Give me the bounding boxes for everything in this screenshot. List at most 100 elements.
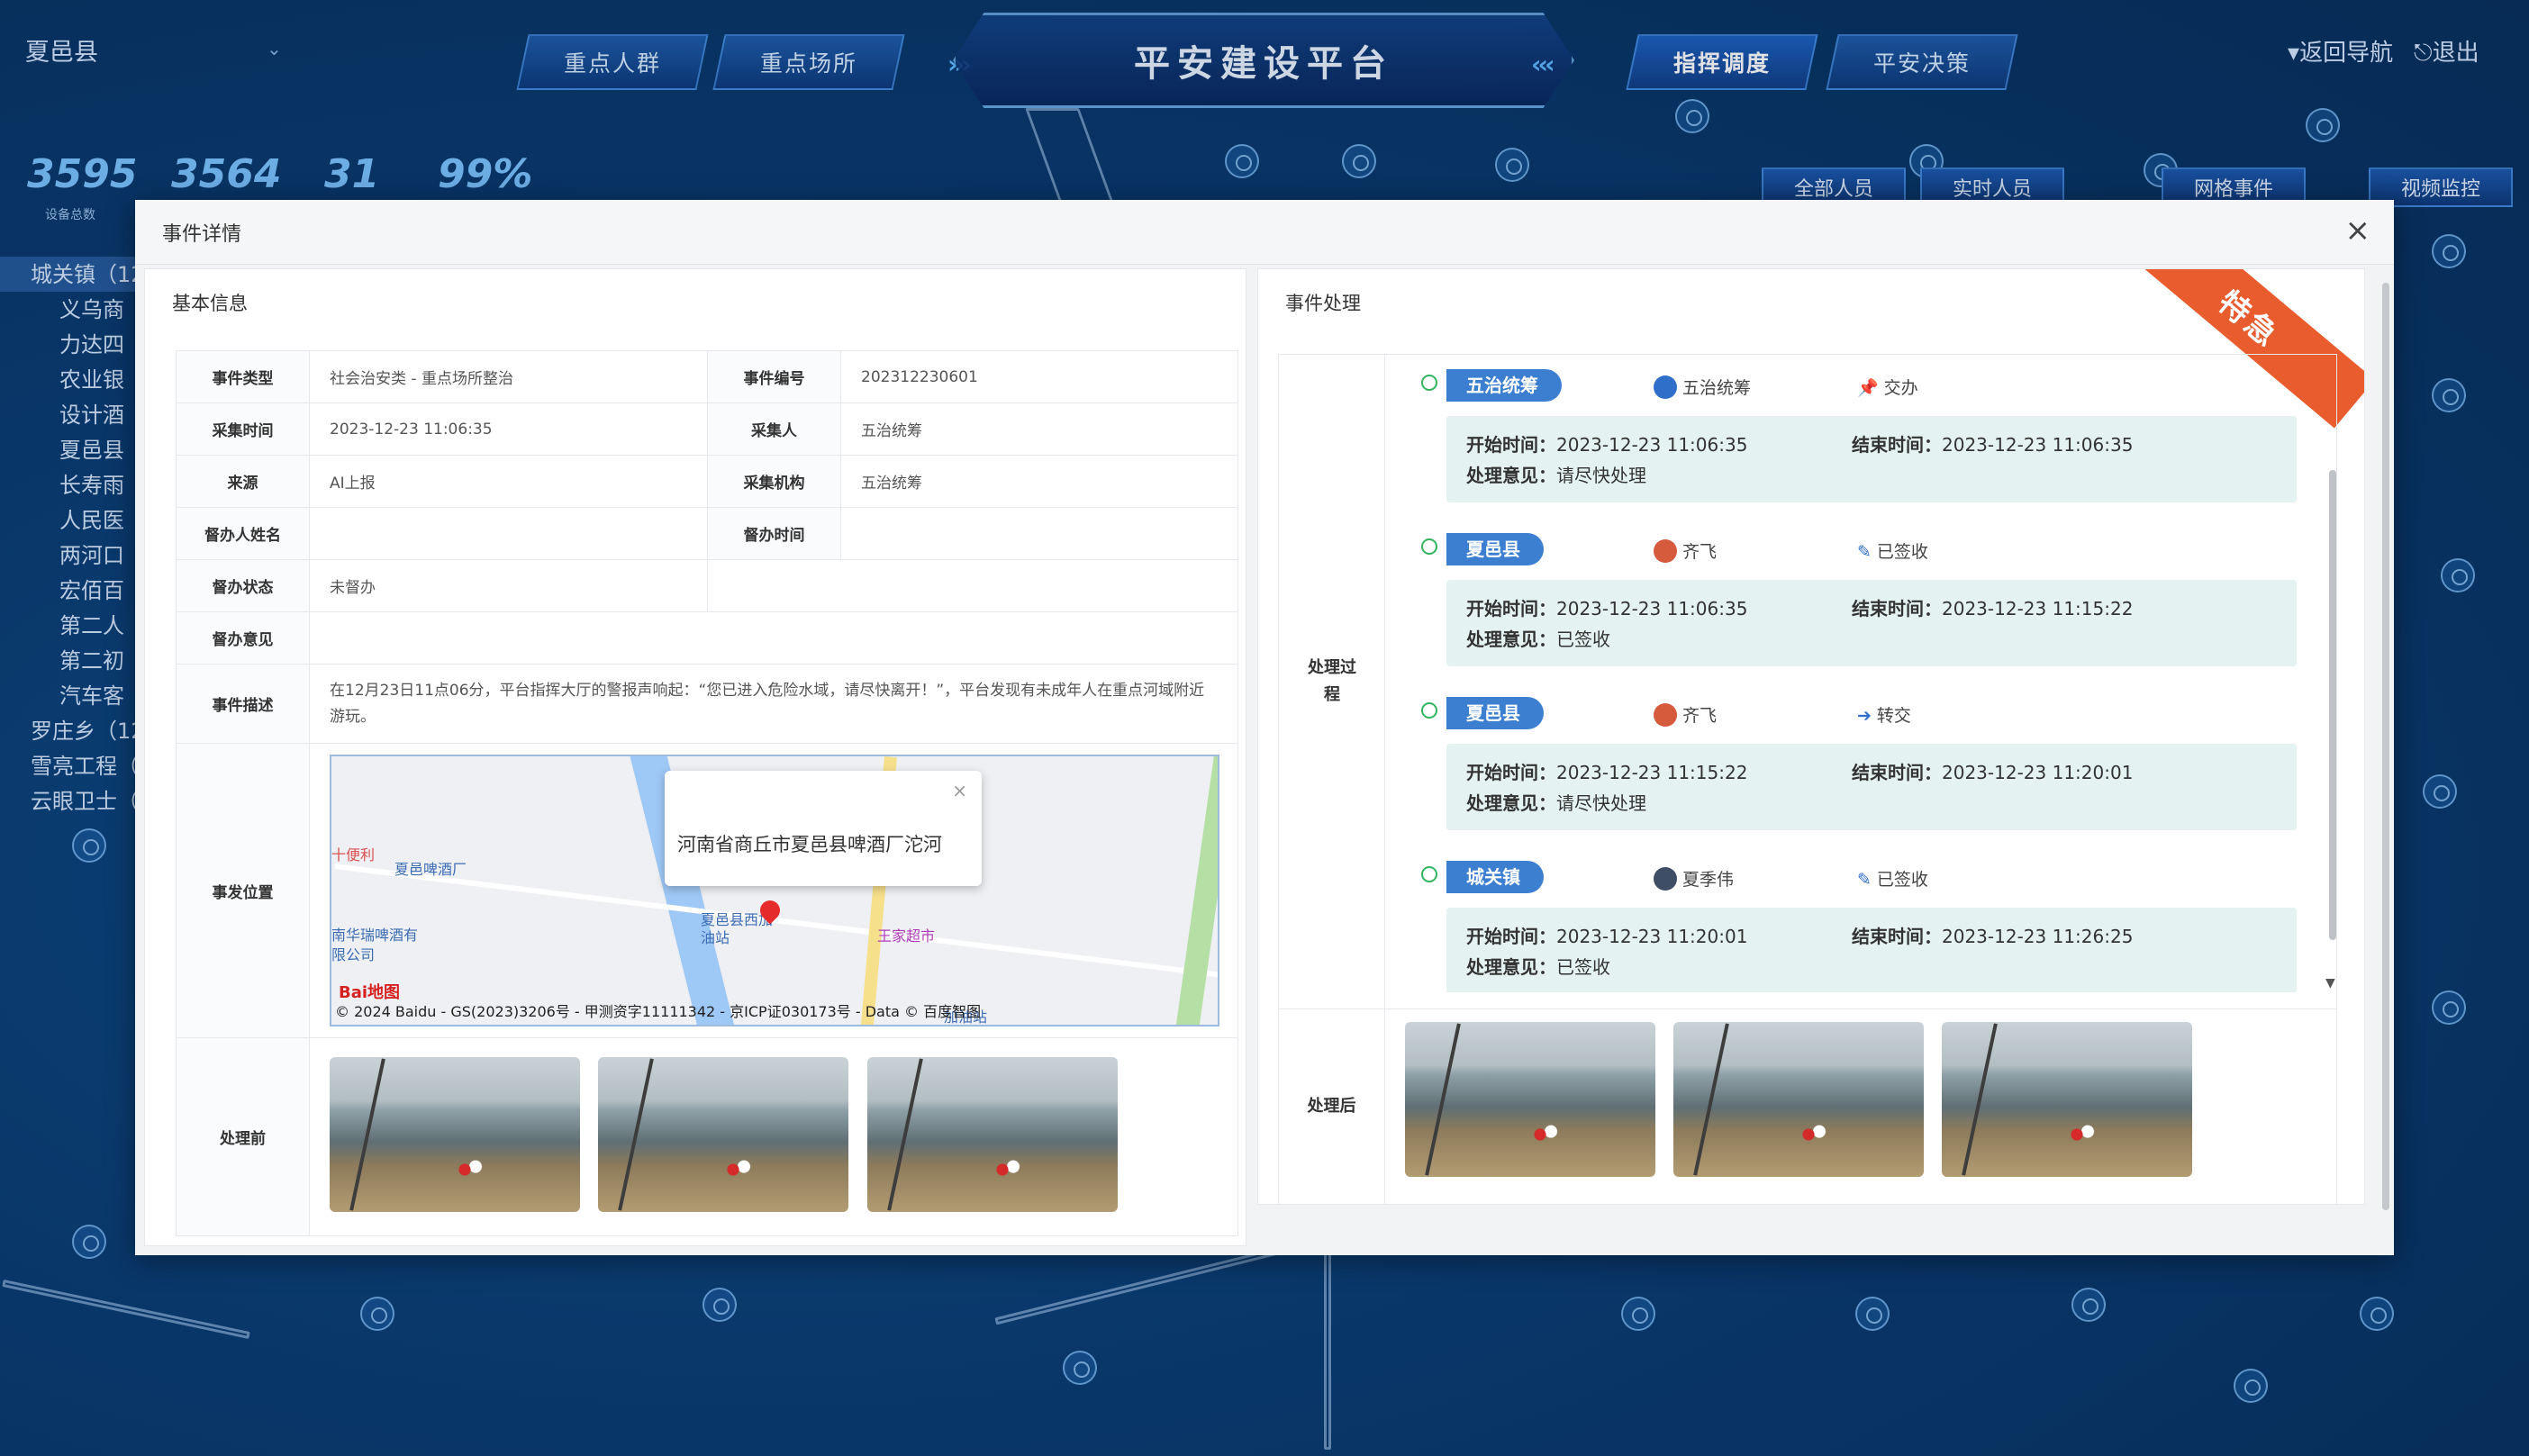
map-green-area bbox=[1174, 756, 1218, 1025]
field-label: 处理前 bbox=[176, 1037, 310, 1236]
action-label: 交办 bbox=[1883, 378, 1918, 398]
handler-name: 齐飞 bbox=[1682, 542, 1718, 562]
handler-name: 齐飞 bbox=[1682, 706, 1718, 726]
action-label: 转交 bbox=[1876, 706, 1911, 726]
field-value bbox=[707, 559, 1238, 612]
end-time: 结束时间：2023-12-23 11:06:35 bbox=[1852, 430, 2133, 457]
pencil-icon: ✎ bbox=[1857, 542, 1872, 562]
before-photo[interactable] bbox=[598, 1057, 849, 1212]
field-label: 来源 bbox=[176, 455, 310, 508]
end-value: 2023-12-23 11:20:01 bbox=[1942, 762, 2134, 783]
opinion-value: 已签收 bbox=[1556, 956, 1610, 978]
location-map[interactable]: 十便利 夏邑啤酒厂 南华瑞啤酒有限公司 夏邑县西加油站 王家超市 加油站 河南省… bbox=[330, 755, 1219, 1026]
step-detail: 开始时间：2023-12-23 11:06:35 结束时间：2023-12-23… bbox=[1446, 580, 2297, 666]
field-value: AI上报 bbox=[309, 455, 708, 508]
handler: 齐飞 bbox=[1654, 538, 1717, 563]
map-label: 十便利 bbox=[331, 846, 376, 864]
timeline-dot bbox=[1421, 538, 1437, 555]
step-action: ✎ 已签收 bbox=[1857, 538, 1928, 563]
field-label: 采集机构 bbox=[707, 455, 841, 508]
step-action: ➔ 转交 bbox=[1857, 702, 1911, 727]
modal-scrollbar[interactable] bbox=[2381, 265, 2390, 1255]
avatar bbox=[1654, 375, 1677, 399]
basic-info-table: 事件类型 社会治安类 - 重点场所整治 事件编号 202312230601 采集… bbox=[176, 350, 1238, 1236]
process-step: 夏邑县 齐飞 ✎ 已签收 开始时间：2023-12-23 11:06:35 结束时… bbox=[1414, 529, 2333, 693]
after-photo[interactable] bbox=[1673, 1022, 1925, 1177]
process-scrollbar[interactable] bbox=[2329, 470, 2336, 940]
pencil-icon: ✎ bbox=[1857, 870, 1872, 890]
handler-name: 五治统筹 bbox=[1682, 378, 1752, 398]
before-photos bbox=[309, 1037, 1238, 1236]
close-icon[interactable]: × bbox=[952, 780, 967, 801]
avatar bbox=[1654, 539, 1677, 563]
opinion-label: 处理意见： bbox=[1466, 465, 1556, 486]
process-frame: 处理过程 五治统筹 五治统筹 📌 交办 开始时间：2023-12-23 11:06… bbox=[1278, 354, 2337, 1009]
field-label: 督办人姓名 bbox=[176, 507, 310, 560]
dept-badge: 夏邑县 bbox=[1446, 697, 1544, 729]
close-icon[interactable]: × bbox=[2345, 213, 2371, 249]
before-photo[interactable] bbox=[330, 1057, 580, 1212]
process-step: 城关镇 夏季伟 ✎ 已签收 开始时间：2023-12-23 11:20:01 结束… bbox=[1414, 857, 2333, 992]
process-step: 夏邑县 齐飞 ➔ 转交 开始时间：2023-12-23 11:15:22 结束时间… bbox=[1414, 693, 2333, 857]
basic-info-panel: 基本信息 事件类型 社会治安类 - 重点场所整治 事件编号 2023122306… bbox=[144, 268, 1246, 1246]
avatar bbox=[1654, 867, 1677, 891]
end-label: 结束时间： bbox=[1852, 762, 1942, 783]
field-value bbox=[309, 507, 708, 560]
field-value: 202312230601 bbox=[840, 350, 1238, 403]
event-detail-modal: 事件详情 × 基本信息 事件类型 社会治安类 - 重点场所整治 事件编号 202… bbox=[135, 200, 2394, 1255]
opinion-value: 请尽快处理 bbox=[1556, 465, 1646, 486]
end-value: 2023-12-23 11:06:35 bbox=[1942, 434, 2134, 456]
process-label: 处理过程 bbox=[1308, 658, 1356, 704]
action-label: 已签收 bbox=[1876, 870, 1928, 890]
arrow-right-circle-icon: ➔ bbox=[1857, 706, 1872, 726]
field-label: 督办意见 bbox=[176, 611, 310, 665]
opinion-value: 请尽快处理 bbox=[1556, 792, 1646, 814]
end-time: 结束时间：2023-12-23 11:26:25 bbox=[1852, 922, 2133, 948]
field-value: 未督办 bbox=[309, 559, 708, 612]
map-info-popup: 河南省商丘市夏邑县啤酒厂沱河 × bbox=[665, 771, 982, 886]
action-label: 已签收 bbox=[1876, 542, 1928, 562]
panel-title: 基本信息 bbox=[172, 293, 248, 314]
field-label: 事发位置 bbox=[176, 743, 310, 1038]
opinion-label: 处理意见： bbox=[1466, 956, 1556, 978]
pin-icon: 📌 bbox=[1857, 378, 1879, 398]
before-photo[interactable] bbox=[866, 1057, 1118, 1212]
field-label: 督办状态 bbox=[176, 559, 310, 612]
scroll-down-icon[interactable]: ▼ bbox=[2325, 976, 2335, 990]
field-value bbox=[840, 507, 1238, 560]
start-label: 开始时间： bbox=[1466, 598, 1556, 619]
process-step: 五治统筹 五治统筹 📌 交办 开始时间：2023-12-23 11:06:35 结… bbox=[1414, 366, 2333, 529]
step-action: ✎ 已签收 bbox=[1857, 866, 1928, 891]
end-label: 结束时间： bbox=[1852, 598, 1942, 619]
step-action: 📌 交办 bbox=[1857, 375, 1918, 399]
handler: 五治统筹 bbox=[1654, 375, 1751, 399]
modal-title: 事件详情 bbox=[162, 223, 242, 246]
field-value: 2023-12-23 11:06:35 bbox=[309, 402, 708, 456]
start-value: 2023-12-23 11:06:35 bbox=[1556, 598, 1748, 619]
timeline-dot bbox=[1421, 866, 1437, 882]
after-row: 处理后 bbox=[1278, 1009, 2337, 1204]
event-description: 在12月23日11点06分，平台指挥大厅的警报声响起：“您已进入危险水域，请尽快… bbox=[309, 664, 1238, 744]
timeline-dot bbox=[1421, 702, 1437, 719]
start-label: 开始时间： bbox=[1466, 434, 1556, 456]
step-detail: 开始时间：2023-12-23 11:20:01 结束时间：2023-12-23… bbox=[1446, 908, 2297, 992]
map-popup-address: 河南省商丘市夏邑县啤酒厂沱河 bbox=[677, 834, 942, 855]
end-value: 2023-12-23 11:26:25 bbox=[1942, 926, 2134, 947]
opinion: 处理意见：已签收 bbox=[1466, 953, 1610, 979]
opinion-value: 已签收 bbox=[1556, 629, 1610, 650]
dept-badge: 城关镇 bbox=[1446, 861, 1544, 893]
scrollbar-thumb[interactable] bbox=[2382, 283, 2389, 1210]
modal-header: 事件详情 × bbox=[135, 200, 2394, 265]
field-value: 五治统筹 bbox=[840, 402, 1238, 456]
after-photo[interactable] bbox=[1405, 1022, 1655, 1177]
handler-name: 夏季伟 bbox=[1682, 870, 1735, 890]
avatar bbox=[1654, 703, 1677, 727]
field-label: 处理过程 bbox=[1279, 355, 1385, 1008]
start-label: 开始时间： bbox=[1466, 926, 1556, 947]
end-label: 结束时间： bbox=[1852, 926, 1942, 947]
opinion: 处理意见：请尽快处理 bbox=[1466, 789, 1646, 815]
start-time: 开始时间：2023-12-23 11:06:35 bbox=[1466, 430, 1747, 457]
start-label: 开始时间： bbox=[1466, 762, 1556, 783]
after-photo[interactable] bbox=[1942, 1022, 2193, 1177]
start-value: 2023-12-23 11:20:01 bbox=[1556, 926, 1748, 947]
